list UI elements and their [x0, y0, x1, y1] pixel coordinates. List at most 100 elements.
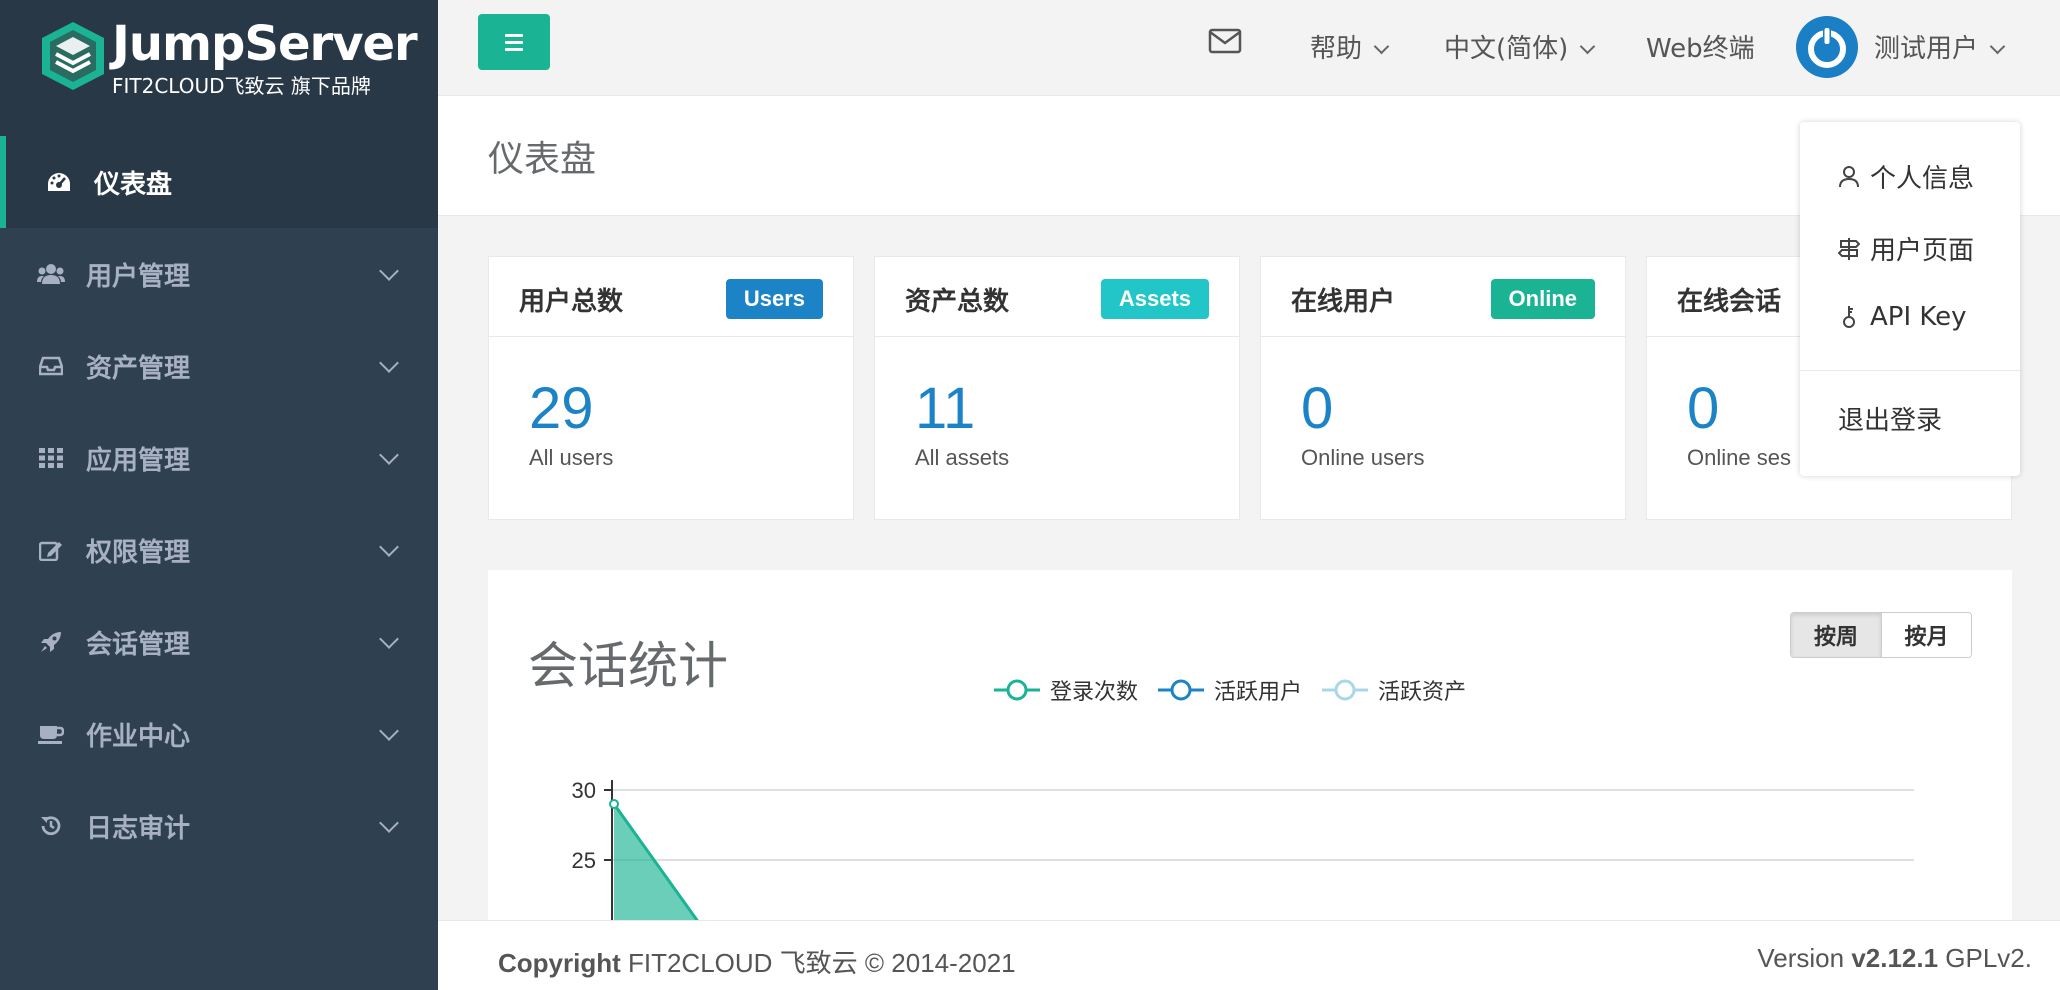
status-badge: Assets [1100, 279, 1209, 319]
jumpserver-logo-icon [42, 22, 104, 90]
menu-item-api-key[interactable]: API Key [1838, 302, 1967, 332]
card-title: 在线会话 [1677, 287, 1782, 317]
sidebar: JumpServer FIT2CLOUD飞致云 旗下品牌 仪表盘 用户管理 资产… [0, 0, 438, 990]
help-menu[interactable]: 帮助 [1310, 28, 1390, 65]
rocket-icon [36, 629, 66, 655]
sidebar-item-label: 资产管理 [86, 353, 191, 384]
chevron-down-icon [1580, 38, 1596, 55]
sidebar-item-applications[interactable]: 应用管理 [0, 412, 438, 504]
stat-card-assets: 资产总数 Assets 11 All assets [874, 256, 1240, 520]
sidebar-item-label: 会话管理 [86, 629, 191, 660]
copyright-text: FIT2CLOUD 飞致云 © 2014-2021 [620, 948, 1016, 978]
copyright-label: Copyright [498, 948, 621, 978]
brand-subtitle: FIT2CLOUD飞致云 旗下品牌 [112, 74, 371, 98]
menu-item-label: 个人信息 [1870, 164, 1975, 194]
menu-item-profile[interactable]: 个人信息 [1838, 158, 1974, 195]
card-title: 在线用户 [1291, 287, 1396, 317]
y-axis: 30 25 [572, 778, 613, 930]
page-title: 仪表盘 [488, 139, 597, 180]
user-icon [1839, 165, 1859, 187]
edit-icon [36, 537, 66, 563]
version-info: Version v2.12.1 GPLv2. [1757, 943, 2032, 974]
menu-item-logout[interactable]: 退出登录 [1838, 400, 1942, 437]
card-title: 资产总数 [905, 287, 1010, 317]
card-caption: All users [529, 445, 614, 470]
footer: Copyright FIT2CLOUD 飞致云 © 2014-2021 Vers… [438, 920, 2060, 990]
menu-item-label: API Key [1870, 302, 1967, 332]
chevron-down-icon [379, 261, 399, 281]
help-label: 帮助 [1310, 34, 1363, 64]
user-name: 测试用户 [1874, 34, 1979, 64]
logo-area: JumpServer FIT2CLOUD飞致云 旗下品牌 [0, 0, 438, 136]
chevron-down-icon [379, 813, 399, 833]
card-title: 用户总数 [519, 287, 624, 317]
version-label: Version [1757, 943, 1852, 973]
sidebar-item-permissions[interactable]: 权限管理 [0, 504, 438, 596]
sidebar-item-label: 应用管理 [86, 445, 191, 476]
dashboard-icon [44, 169, 74, 195]
card-value: 29 [529, 376, 594, 441]
stat-card-users: 用户总数 Users 29 All users [488, 256, 854, 520]
y-tick-label: 30 [572, 778, 596, 803]
stat-card-online-users: 在线用户 Online 0 Online users [1260, 256, 1626, 520]
user-dropdown-menu: 个人信息 用户页面 API Key 退出登录 [1800, 122, 2020, 476]
chevron-down-icon [1373, 38, 1390, 55]
card-value: 11 [915, 376, 976, 441]
chevron-down-icon [1989, 38, 2006, 55]
user-menu-toggle[interactable]: 测试用户 [1874, 28, 2006, 65]
envelope-icon[interactable] [1208, 28, 1242, 54]
card-caption: All assets [915, 445, 1010, 470]
menu-item-label: 退出登录 [1838, 406, 1943, 436]
brand-name: JumpServer [112, 16, 418, 72]
sidebar-item-assets[interactable]: 资产管理 [0, 320, 438, 412]
session-stats-panel: 会话统计 按周 按月 登录次数 活跃用户 活跃资产 30 25 [488, 570, 2012, 930]
status-badge: Online [1490, 279, 1595, 319]
session-chart: 30 25 [572, 778, 1914, 930]
coffee-icon [36, 721, 66, 747]
copyright: Copyright FIT2CLOUD 飞致云 © 2014-2021 [498, 943, 1016, 980]
chevron-down-icon [379, 721, 399, 741]
sidebar-item-users[interactable]: 用户管理 [0, 228, 438, 320]
card-value: 0 [1687, 376, 1720, 441]
history-icon [36, 813, 66, 839]
status-badge: Users [725, 279, 823, 319]
chevron-down-icon [379, 629, 399, 649]
data-point[interactable] [609, 799, 619, 809]
chevron-down-icon [379, 537, 399, 557]
top-navbar: 帮助 中文(简体) Web终端 测试用户 [438, 0, 2060, 96]
y-grid [612, 789, 1914, 861]
card-caption: Online users [1301, 445, 1425, 470]
sidebar-item-audit-logs[interactable]: 日志审计 [0, 780, 438, 872]
sidebar-item-label: 作业中心 [86, 721, 191, 752]
sidebar-item-dashboard[interactable]: 仪表盘 [0, 136, 438, 228]
y-tick-label: 25 [572, 848, 596, 873]
key-icon [1843, 306, 1855, 328]
sidebar-item-label: 日志审计 [86, 813, 191, 844]
series-area [609, 799, 706, 930]
grid-icon [36, 445, 66, 471]
chevron-down-icon [379, 445, 399, 465]
signpost-icon [1838, 237, 1860, 260]
users-icon [36, 261, 66, 287]
license-text: GPLv2. [1938, 943, 2032, 973]
sidebar-item-jobs[interactable]: 作业中心 [0, 688, 438, 780]
menu-item-label: 用户页面 [1870, 236, 1975, 266]
card-caption: Online ses [1687, 445, 1791, 470]
hamburger-icon [505, 33, 523, 37]
sidebar-item-sessions[interactable]: 会话管理 [0, 596, 438, 688]
menu-divider [1800, 370, 2020, 371]
language-menu[interactable]: 中文(简体) [1444, 28, 1596, 65]
sidebar-item-label: 权限管理 [86, 537, 191, 568]
card-value: 0 [1301, 376, 1334, 441]
language-label: 中文(简体) [1444, 34, 1569, 64]
chevron-down-icon [379, 353, 399, 373]
version-value: v2.12.1 [1851, 943, 1939, 973]
web-terminal-link[interactable]: Web终端 [1646, 28, 1755, 65]
inbox-icon [36, 353, 66, 379]
sidebar-item-label: 仪表盘 [94, 169, 173, 200]
sidebar-item-label: 用户管理 [86, 261, 191, 292]
menu-item-user-page[interactable]: 用户页面 [1838, 230, 1974, 267]
sidebar-nav: 仪表盘 用户管理 资产管理 应用管理 权限管理 会话管理 作业中心 日志审计 [0, 136, 438, 872]
sidebar-toggle-button[interactable] [478, 14, 550, 70]
avatar[interactable] [1796, 16, 1858, 78]
